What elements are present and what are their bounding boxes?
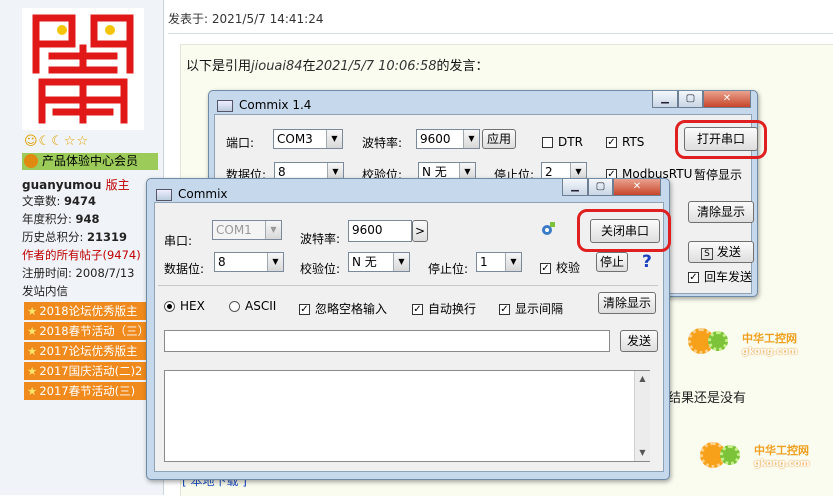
auto-cr-checkbox[interactable]: ✓ 回车发送 bbox=[688, 268, 752, 285]
serial-port-label: 串口: bbox=[164, 234, 193, 248]
hex-radio[interactable]: HEX bbox=[164, 299, 205, 313]
auto-wrap-checkbox[interactable]: ✓ 自动换行 bbox=[412, 300, 476, 317]
chevron-down-icon: ▼ bbox=[393, 253, 409, 271]
chevron-down-icon: ▼ bbox=[265, 221, 281, 239]
user-group-badge: 产品体验中心会员 bbox=[22, 153, 158, 170]
data-bits-label: 数据位: bbox=[164, 262, 205, 276]
send-button[interactable]: 发送 bbox=[620, 330, 658, 352]
minimize-button[interactable]: ▁ bbox=[562, 179, 588, 196]
honor-badge[interactable]: ★ 2017春节活动(三) bbox=[24, 382, 148, 400]
parity-label: 校验位: bbox=[300, 262, 341, 276]
baud-input[interactable]: 9600 bbox=[348, 220, 412, 242]
check-checkbox[interactable]: ✓ 校验 bbox=[540, 259, 580, 276]
star-icon: ★ bbox=[27, 344, 38, 358]
close-button[interactable]: ✕ bbox=[703, 91, 751, 108]
watermark-sub: gkong.com bbox=[754, 459, 810, 469]
post-timestamp: 发表于: 2021/5/7 14:41:24 bbox=[168, 12, 324, 26]
star-icon: ★ bbox=[27, 384, 38, 398]
maximize-button[interactable]: ▢ bbox=[588, 179, 613, 196]
user-avatar bbox=[22, 8, 144, 130]
scrollbar[interactable]: ▲ ▼ bbox=[634, 371, 650, 461]
stop-button[interactable]: 停止 bbox=[596, 252, 628, 272]
ascii-radio[interactable]: ASCII bbox=[229, 299, 276, 313]
quote-time: 2021/5/7 10:06:58 bbox=[315, 59, 437, 74]
avatar-seal-icon bbox=[22, 8, 144, 130]
chevron-down-icon: ▼ bbox=[327, 163, 343, 179]
maximize-button[interactable]: ▢ bbox=[678, 91, 703, 108]
chevron-down-icon: ▼ bbox=[267, 253, 283, 271]
gear-icon bbox=[24, 154, 38, 168]
chevron-down-icon: ▼ bbox=[505, 253, 521, 271]
ignore-space-checkbox[interactable]: ✓ 忽略空格输入 bbox=[299, 300, 387, 317]
port-select[interactable]: COM3 ▼ bbox=[273, 129, 343, 149]
quote-user[interactable]: jiouai84 bbox=[251, 59, 303, 74]
all-posts-link[interactable]: 作者的所有帖子(9474) bbox=[22, 247, 141, 263]
baud-label: 波特率: bbox=[362, 136, 403, 150]
honor-badge[interactable]: ★ 2017论坛优秀版主 bbox=[24, 342, 148, 360]
user-group-label: 产品体验中心会员 bbox=[42, 154, 139, 168]
settings-tool-icon[interactable] bbox=[540, 221, 556, 237]
separator bbox=[158, 285, 658, 286]
stat-posts: 文章数: 9474 bbox=[22, 194, 97, 208]
send-icon: S bbox=[701, 248, 713, 260]
chevron-down-icon: ▼ bbox=[459, 163, 475, 179]
post-header-divider bbox=[168, 33, 833, 34]
pause-display-label[interactable]: 暂停显示 bbox=[694, 166, 742, 183]
watermark bbox=[688, 328, 728, 354]
highlight-annotation bbox=[675, 120, 767, 159]
stat-total-score: 历史总积分: 21319 bbox=[22, 230, 128, 244]
commix-14-title: Commix 1.4 bbox=[217, 98, 311, 112]
commix-title: Commix bbox=[156, 187, 228, 201]
chevron-down-icon[interactable]: ▼ bbox=[635, 445, 650, 461]
show-interval-checkbox[interactable]: ✓ 显示间隔 bbox=[499, 300, 563, 317]
quote-tail-text: 结果还是没有 bbox=[668, 391, 747, 406]
watermark-sub: gkong.com bbox=[742, 347, 798, 357]
gear-icon bbox=[708, 331, 728, 351]
star-icon: ★ bbox=[27, 364, 38, 378]
baud-chevron-right-icon[interactable]: > bbox=[412, 220, 428, 242]
chevron-down-icon: ▼ bbox=[326, 130, 342, 148]
star-icon: ★ bbox=[27, 324, 38, 338]
stop-bits-label: 停止位: bbox=[428, 262, 469, 276]
send-input[interactable] bbox=[164, 330, 610, 352]
port-label: 端口: bbox=[226, 136, 255, 150]
data-bits-select[interactable]: 8 ▼ bbox=[214, 252, 284, 272]
user-name[interactable]: guanyumou 版主 bbox=[22, 176, 130, 193]
honor-badge[interactable]: ★ 2017国庆活动(二)2 bbox=[24, 362, 148, 380]
close-button[interactable]: ✕ bbox=[613, 179, 661, 196]
register-date: 注册时间: 2008/7/13 bbox=[22, 266, 135, 280]
baud-select[interactable]: 9600 ▼ bbox=[416, 129, 480, 149]
clear-display-button[interactable]: 清除显示 bbox=[598, 292, 656, 314]
honor-badge[interactable]: ★ 2018论坛优秀版主 bbox=[24, 302, 148, 320]
clear-display-button[interactable]: 清除显示 bbox=[688, 201, 754, 223]
help-icon[interactable]: ? bbox=[642, 252, 652, 272]
quote-header: 以下是引用jiouai84在2021/5/7 10:06:58的发言： bbox=[186, 59, 489, 74]
chevron-down-icon: ▼ bbox=[570, 163, 586, 179]
user-rank-stars: ☺☾☾☆☆ bbox=[24, 134, 90, 149]
serial-port-select[interactable]: COM1 ▼ bbox=[212, 220, 282, 240]
chevron-down-icon: ▼ bbox=[463, 130, 479, 148]
honor-badge[interactable]: ★ 2018春节活动（三） bbox=[24, 322, 148, 340]
stop-bits-select[interactable]: 1 ▼ bbox=[476, 252, 522, 272]
user-role: 版主 bbox=[105, 178, 130, 192]
watermark bbox=[700, 442, 740, 468]
app-icon bbox=[156, 188, 172, 201]
baud-label: 波特率: bbox=[300, 232, 341, 246]
receive-area[interactable] bbox=[164, 370, 650, 462]
app-icon bbox=[217, 99, 233, 112]
rts-checkbox[interactable]: ✓ RTS bbox=[606, 135, 644, 149]
dtr-checkbox[interactable]: DTR bbox=[542, 135, 583, 149]
star-icon: ★ bbox=[27, 304, 38, 318]
highlight-annotation bbox=[577, 209, 671, 252]
minimize-button[interactable]: ▁ bbox=[652, 91, 678, 108]
parity-select[interactable]: N 无 ▼ bbox=[348, 252, 410, 272]
stat-year-score: 年度积分: 948 bbox=[22, 212, 100, 226]
send-button[interactable]: S 发送 bbox=[688, 241, 754, 263]
gear-icon bbox=[720, 445, 740, 465]
send-message-link[interactable]: 发站内信 bbox=[22, 283, 68, 299]
chevron-up-icon[interactable]: ▲ bbox=[635, 371, 650, 387]
apply-button[interactable]: 应用 bbox=[482, 129, 516, 149]
